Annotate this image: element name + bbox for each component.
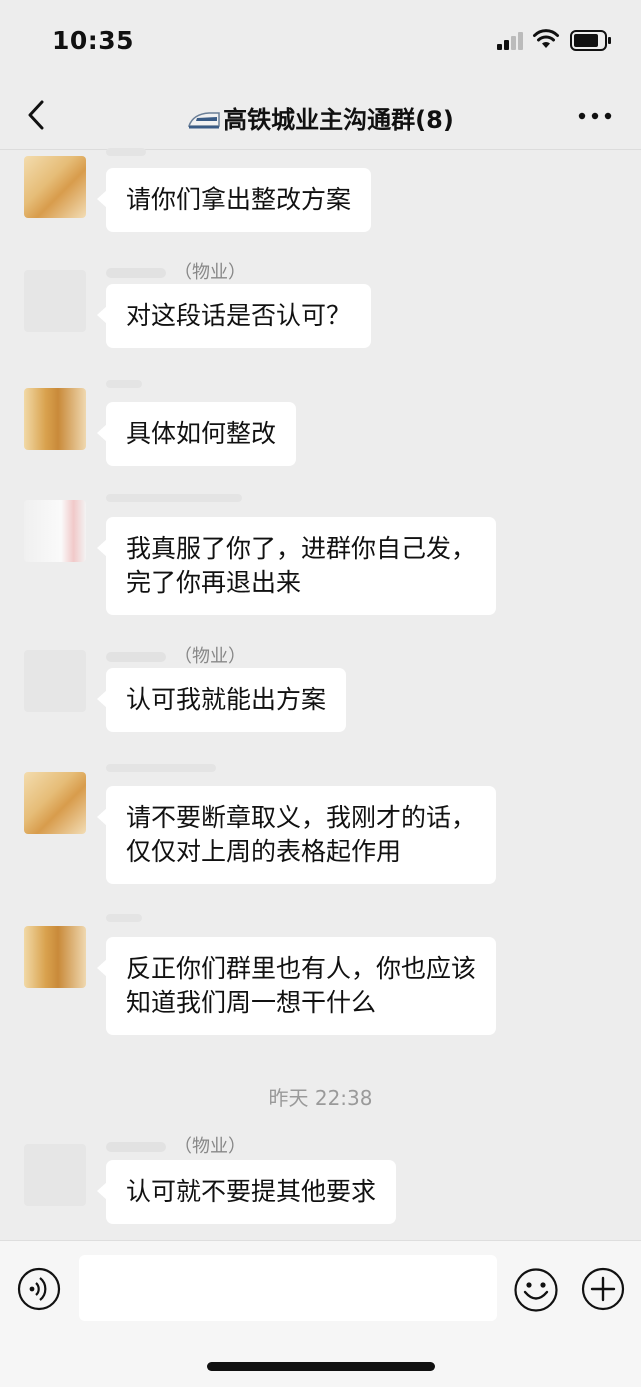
avatar[interactable] (24, 772, 86, 834)
message-text: 完了你再退出来 (126, 568, 302, 597)
message-bubble[interactable]: 认可就不要提其他要求 (96, 1160, 397, 1224)
avatar[interactable] (24, 926, 86, 988)
more-icon[interactable] (578, 112, 612, 120)
message-text: 具体如何整改 (126, 419, 277, 448)
sender-name-blurred (106, 380, 142, 388)
message-list[interactable]: 请你们拿出整改方案 （物业） 对这段话是否认可？ 具体如何整改 我真服了你了，进… (0, 148, 641, 1240)
message-text: 认可我就能出方案 (126, 685, 327, 714)
home-indicator[interactable] (207, 1362, 435, 1371)
signal-icon (497, 32, 525, 50)
message-timestamp: 昨天 22:38 (268, 1086, 373, 1110)
sender-name-blurred (106, 494, 242, 502)
sender-name: （物业） (106, 1132, 246, 1158)
message-bubble[interactable]: 反正你们群里也有人，你也应该 知道我们周一想干什么 (96, 937, 497, 1035)
avatar[interactable] (24, 388, 86, 450)
wifi-icon (533, 29, 559, 48)
chat-header: 高铁城业主沟通群(8) (0, 80, 641, 150)
plus-icon[interactable] (581, 1267, 625, 1311)
emoji-icon[interactable] (513, 1267, 559, 1313)
message-text: 请你们拿出整改方案 (126, 185, 352, 214)
message-bubble[interactable]: 认可我就能出方案 (96, 668, 347, 732)
message-text: 仅仅对上周的表格起作用 (126, 837, 402, 866)
message-bubble[interactable]: 请不要断章取义，我刚才的话， 仅仅对上周的表格起作用 (96, 786, 497, 884)
train-icon (188, 112, 220, 129)
sender-name-blurred (106, 148, 146, 156)
message-bubble[interactable]: 具体如何整改 (96, 402, 297, 466)
chat-title-row[interactable]: 高铁城业主沟通群(8) (0, 100, 641, 135)
message-bubble[interactable]: 我真服了你了，进群你自己发， 完了你再退出来 (96, 517, 497, 615)
sender-name-blurred (106, 914, 142, 922)
message-input[interactable] (79, 1255, 497, 1321)
message-text: 知道我们周一想干什么 (126, 988, 377, 1017)
message-text: 反正你们群里也有人，你也应该 (126, 954, 477, 983)
avatar[interactable] (24, 650, 86, 712)
sender-name: （物业） (106, 642, 246, 668)
message-bubble[interactable]: 请你们拿出整改方案 (96, 168, 372, 232)
message-text: 认可就不要提其他要求 (126, 1177, 377, 1206)
sender-name: （物业） (106, 258, 246, 284)
chat-title: 高铁城业主沟通群(8) (223, 106, 454, 134)
message-text: 对这段话是否认可？ (126, 301, 352, 330)
avatar[interactable] (24, 156, 86, 218)
avatar[interactable] (24, 270, 86, 332)
avatar[interactable] (24, 1144, 86, 1206)
input-bar (0, 1240, 641, 1387)
message-text: 我真服了你了，进群你自己发， (126, 534, 477, 563)
status-bar: 10:35 (0, 0, 641, 80)
message-bubble[interactable]: 对这段话是否认可？ (96, 284, 372, 348)
status-time: 10:35 (52, 26, 135, 55)
battery-icon (570, 30, 611, 51)
voice-icon[interactable] (17, 1267, 61, 1311)
avatar[interactable] (24, 500, 86, 562)
sender-name-blurred (106, 764, 216, 772)
message-text: 请不要断章取义，我刚才的话， (126, 803, 477, 832)
